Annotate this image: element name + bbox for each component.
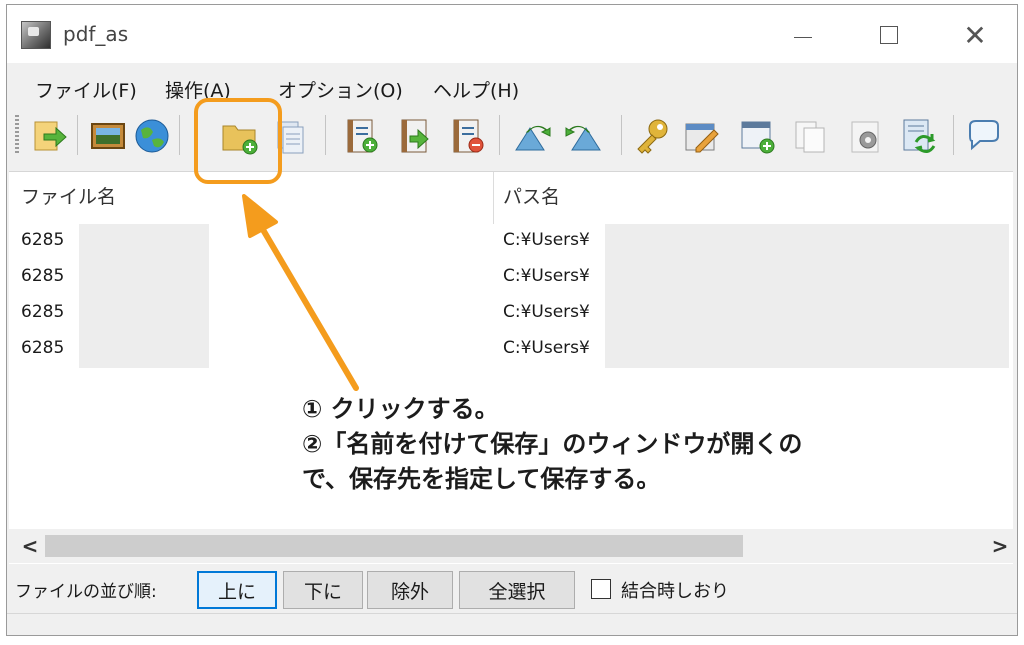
cell-filename: 6285 bbox=[21, 230, 65, 250]
add-page-icon bbox=[347, 119, 378, 153]
remove-page-icon bbox=[453, 119, 484, 153]
cell-filename: 6285 bbox=[21, 302, 65, 322]
duplicate-icon bbox=[795, 121, 825, 153]
cell-filename: 6285 bbox=[21, 266, 65, 286]
redacted-area bbox=[79, 260, 209, 296]
bookmark-on-merge-checkbox[interactable] bbox=[591, 579, 611, 599]
app-icon bbox=[21, 21, 51, 49]
comment-button[interactable] bbox=[963, 115, 1005, 157]
globe-icon bbox=[135, 119, 169, 153]
window-add-icon bbox=[741, 121, 775, 154]
bottom-bar: ファイルの並び順: 上に 下に 除外 全選択 結合時しおり bbox=[7, 565, 1017, 615]
toolbar-separator bbox=[621, 115, 622, 155]
table-row[interactable]: 6285 C:¥Users¥ bbox=[9, 224, 1013, 260]
column-header-filename[interactable]: ファイル名 bbox=[21, 182, 116, 209]
toolbar bbox=[7, 105, 1017, 169]
table-row[interactable]: 6285 C:¥Users¥ bbox=[9, 260, 1013, 296]
title-bar: pdf_as ✕ bbox=[7, 5, 1017, 63]
annotation-line-1: ① クリックする。 bbox=[302, 395, 499, 423]
settings-doc-button[interactable] bbox=[845, 115, 887, 157]
redacted-area bbox=[605, 332, 1009, 368]
scroll-left-button[interactable]: < bbox=[13, 529, 47, 563]
menu-options[interactable]: オプション(O) bbox=[278, 76, 403, 103]
remove-page-button[interactable] bbox=[447, 115, 489, 157]
speech-bubble-icon bbox=[969, 120, 999, 151]
menu-file[interactable]: ファイル(F) bbox=[35, 76, 137, 103]
move-down-button[interactable]: 下に bbox=[283, 571, 363, 609]
toolbar-separator bbox=[77, 115, 78, 155]
redacted-area bbox=[605, 224, 1009, 260]
column-header-path[interactable]: パス名 bbox=[503, 182, 560, 209]
table-row[interactable]: 6285 C:¥Users¥ bbox=[9, 296, 1013, 332]
menu-bar: ファイル(F) 操作(A) オプション(O) ヘルプ(H) bbox=[7, 65, 1017, 109]
rotate-left-button[interactable] bbox=[511, 115, 553, 157]
window-title: pdf_as bbox=[63, 22, 129, 46]
annotation-line-3: で、保存先を指定して保存する。 bbox=[302, 465, 661, 493]
refresh-doc-button[interactable] bbox=[897, 115, 939, 157]
settings-doc-icon bbox=[851, 121, 879, 153]
import-arrow-icon bbox=[34, 121, 67, 151]
cell-filename: 6285 bbox=[21, 338, 65, 358]
close-icon: ✕ bbox=[963, 18, 987, 52]
insert-page-button[interactable] bbox=[395, 115, 437, 157]
close-button[interactable]: ✕ bbox=[955, 17, 995, 53]
edit-icon bbox=[685, 123, 719, 153]
maximize-icon bbox=[880, 26, 898, 44]
image-button[interactable] bbox=[87, 115, 129, 157]
toolbar-separator bbox=[499, 115, 500, 155]
exclude-button[interactable]: 除外 bbox=[367, 571, 453, 609]
refresh-doc-icon bbox=[903, 119, 936, 153]
duplicate-button[interactable] bbox=[789, 115, 831, 157]
move-up-button[interactable]: 上に bbox=[197, 571, 277, 609]
file-list[interactable]: ファイル名 パス名 6285 C:¥Users¥ 6285 C:¥Users¥ … bbox=[9, 171, 1013, 564]
redacted-area bbox=[79, 224, 209, 260]
status-bar bbox=[7, 613, 1017, 635]
toolbar-separator bbox=[325, 115, 326, 155]
toolbar-grip[interactable] bbox=[15, 115, 19, 155]
insert-page-icon bbox=[401, 119, 429, 153]
cell-path: C:¥Users¥ bbox=[503, 302, 590, 322]
annotation-line-2: ②「名前を付けて保存」のウィンドウが開くの bbox=[302, 430, 803, 458]
annotation-text: ① クリックする。 ②「名前を付けて保存」のウィンドウが開くの で、保存先を指定… bbox=[302, 392, 802, 497]
rotate-left-icon bbox=[515, 126, 551, 151]
cell-path: C:¥Users¥ bbox=[503, 338, 590, 358]
window-add-button[interactable] bbox=[737, 115, 779, 157]
cell-path: C:¥Users¥ bbox=[503, 266, 590, 286]
image-icon bbox=[91, 123, 125, 149]
rotate-right-button[interactable] bbox=[563, 115, 605, 157]
scroll-right-button[interactable]: > bbox=[983, 529, 1017, 563]
globe-button[interactable] bbox=[131, 115, 173, 157]
import-button[interactable] bbox=[29, 115, 71, 157]
rotate-right-icon bbox=[565, 126, 601, 151]
select-all-button[interactable]: 全選択 bbox=[459, 571, 575, 609]
redacted-area bbox=[605, 296, 1009, 332]
bookmark-on-merge-label[interactable]: 結合時しおり bbox=[621, 577, 729, 603]
cell-path: C:¥Users¥ bbox=[503, 230, 590, 250]
toolbar-separator bbox=[179, 115, 180, 155]
key-button[interactable] bbox=[631, 115, 673, 157]
redacted-area bbox=[79, 296, 209, 332]
redacted-area bbox=[79, 332, 209, 368]
add-page-button[interactable] bbox=[341, 115, 383, 157]
maximize-button[interactable] bbox=[869, 17, 909, 53]
key-icon bbox=[637, 119, 668, 154]
sort-order-label: ファイルの並び順: bbox=[15, 582, 157, 602]
column-divider[interactable] bbox=[493, 172, 494, 224]
minimize-button[interactable] bbox=[783, 17, 823, 53]
app-window: pdf_as ✕ ファイル(F) 操作(A) オプション(O) ヘルプ(H) フ… bbox=[6, 4, 1018, 636]
edit-button[interactable] bbox=[681, 115, 723, 157]
toolbar-separator bbox=[953, 115, 954, 155]
minimize-icon bbox=[794, 36, 812, 38]
horizontal-scrollbar[interactable]: < > bbox=[9, 529, 1013, 563]
redacted-area bbox=[605, 260, 1009, 296]
highlight-box bbox=[194, 98, 282, 184]
scroll-thumb[interactable] bbox=[45, 535, 743, 557]
menu-help[interactable]: ヘルプ(H) bbox=[433, 76, 519, 103]
table-row[interactable]: 6285 C:¥Users¥ bbox=[9, 332, 1013, 368]
